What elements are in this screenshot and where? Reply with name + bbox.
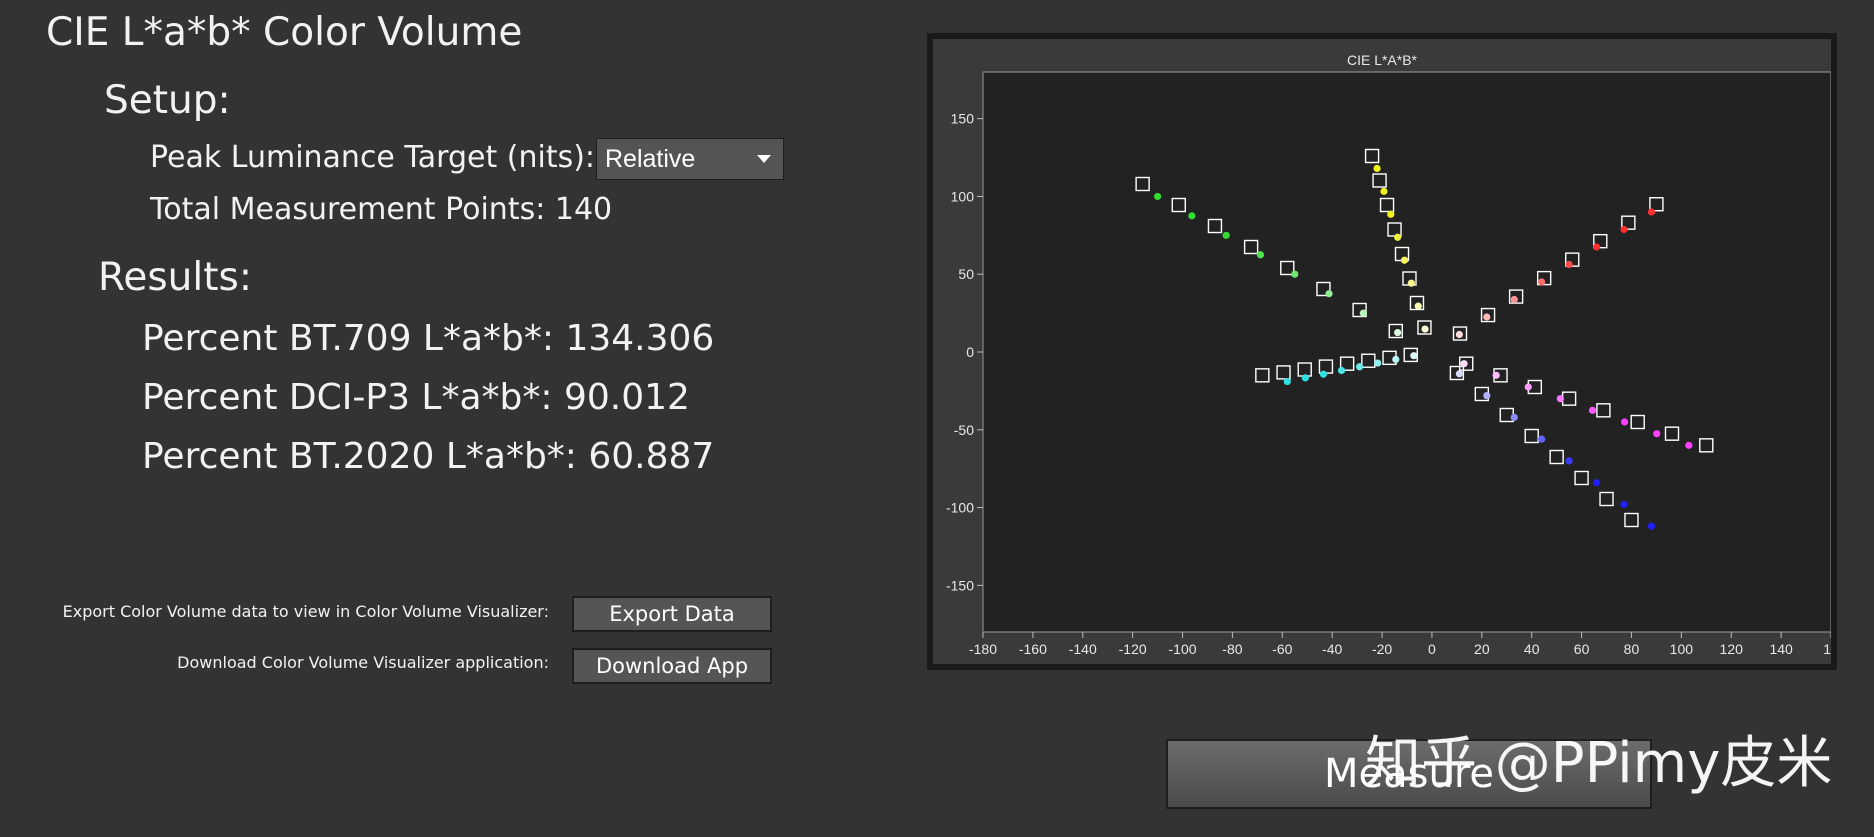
measured-point (1410, 352, 1418, 360)
measured-point (1510, 413, 1518, 421)
y-tick-label: -100 (946, 500, 974, 516)
peak-luminance-value: Relative (605, 144, 696, 173)
measured-point (1455, 330, 1463, 339)
y-tick-label: 0 (966, 344, 974, 360)
measured-point (1256, 251, 1265, 259)
measured-point (1455, 370, 1463, 378)
measured-point (1592, 243, 1601, 251)
x-tick-label: -140 (1069, 641, 1097, 657)
measured-point (1380, 187, 1388, 195)
y-tick-label: 150 (951, 111, 975, 127)
x-tick-label: -20 (1372, 641, 1392, 657)
y-tick-label: 100 (951, 188, 975, 204)
measured-point (1524, 383, 1532, 391)
measured-point (1392, 355, 1400, 363)
measured-point (1538, 435, 1546, 443)
measured-point (1538, 278, 1546, 286)
export-label: Export Color Volume data to view in Colo… (62, 602, 549, 621)
result-bt2020: Percent BT.2020 L*a*b*: 60.887 (142, 436, 715, 477)
x-tick-label: 40 (1524, 641, 1540, 657)
measured-point (1483, 391, 1491, 400)
result-bt709: Percent BT.709 L*a*b*: 134.306 (142, 318, 715, 359)
chevron-down-icon (757, 155, 771, 163)
measured-point (1394, 328, 1402, 337)
peak-luminance-label: Peak Luminance Target (nits): (150, 140, 596, 175)
x-tick-label: -100 (1169, 641, 1197, 657)
setup-heading: Setup: (104, 78, 231, 123)
measured-point (1407, 279, 1415, 287)
measured-point (1374, 359, 1382, 367)
measured-point (1492, 371, 1500, 379)
measured-point (1647, 208, 1656, 216)
x-tick-label: 140 (1769, 641, 1793, 657)
measured-point (1387, 210, 1395, 218)
measured-point (1359, 309, 1367, 317)
plot-area (982, 71, 1831, 633)
y-tick-label: 50 (958, 266, 974, 282)
measured-point (1421, 325, 1429, 333)
chart-title: CIE L*A*B* (1347, 52, 1418, 68)
y-tick-label: -150 (946, 577, 974, 593)
page-title: CIE L*a*b* Color Volume (46, 10, 523, 55)
x-tick-label: -160 (1019, 641, 1047, 657)
measured-point (1588, 406, 1597, 414)
measured-point (1510, 295, 1518, 304)
download-app-button[interactable]: Download App (572, 648, 772, 684)
results-heading: Results: (98, 255, 252, 300)
measured-point (1319, 370, 1328, 378)
measured-point (1620, 500, 1628, 509)
export-data-button[interactable]: Export Data (572, 596, 772, 632)
measured-point (1556, 395, 1564, 403)
measured-point (1620, 225, 1628, 234)
measured-point (1325, 290, 1333, 298)
download-label: Download Color Volume Visualizer applica… (177, 653, 549, 672)
measured-point (1291, 270, 1299, 278)
y-tick-label: -50 (954, 422, 974, 438)
measured-point (1283, 377, 1291, 386)
measured-point (1460, 360, 1468, 368)
measured-point (1414, 302, 1422, 310)
measured-point (1653, 430, 1661, 438)
lab-chart: CIE L*A*B* -180 -160 -140 -120 -100 -80 -60 -40… (933, 39, 1831, 664)
x-tick-label: -120 (1119, 641, 1147, 657)
x-tick-label: -60 (1272, 641, 1292, 657)
x-tick-label: -80 (1222, 641, 1242, 657)
measured-point (1483, 313, 1491, 321)
measured-point (1647, 522, 1656, 530)
measured-point (1394, 233, 1402, 241)
measured-point (1621, 418, 1629, 426)
x-tick-label: 100 (1670, 641, 1694, 657)
x-tick-label: 16 (1823, 641, 1831, 657)
measured-point (1373, 164, 1381, 173)
x-tick-label: 0 (1428, 641, 1436, 657)
x-tick-label: 80 (1624, 641, 1640, 657)
result-dcip3: Percent DCI-P3 L*a*b*: 90.012 (142, 377, 690, 418)
x-tick-label: 120 (1720, 641, 1744, 657)
measured-point (1685, 441, 1693, 449)
measured-point (1301, 374, 1309, 382)
measured-point (1356, 363, 1364, 371)
x-tick-label: 60 (1574, 641, 1590, 657)
x-tick-label: 20 (1474, 641, 1490, 657)
measured-point (1592, 479, 1601, 487)
x-tick-label: -180 (969, 641, 997, 657)
x-tick-label: -40 (1322, 641, 1342, 657)
measurement-points-text: Total Measurement Points: 140 (150, 192, 613, 227)
measured-point (1188, 212, 1196, 220)
measured-point (1565, 457, 1573, 465)
measured-point (1222, 231, 1230, 239)
measured-point (1337, 366, 1346, 375)
measured-point (1400, 256, 1409, 264)
watermark: 知乎 @PPimy皮米 (1365, 731, 1833, 796)
chart-panel: CIE L*A*B* -180 -160 -140 -120 -100 -80 -60 -40… (927, 33, 1837, 670)
measured-point (1153, 192, 1162, 201)
measured-point (1565, 260, 1573, 269)
peak-luminance-select[interactable]: Relative (596, 138, 784, 180)
